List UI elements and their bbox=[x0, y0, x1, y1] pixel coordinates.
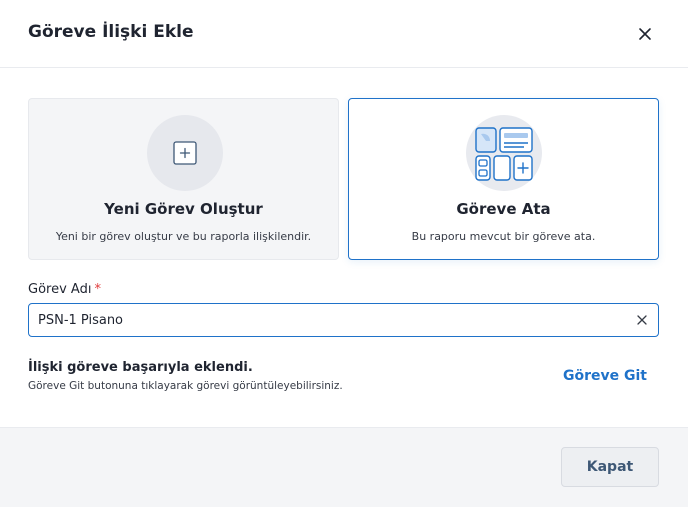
go-to-task-link[interactable]: Göreve Git bbox=[563, 368, 647, 384]
task-name-field bbox=[28, 303, 659, 337]
required-mark: * bbox=[94, 282, 101, 297]
option-description: Yeni bir görev oluştur ve bu raporla ili… bbox=[55, 230, 312, 243]
option-title: Göreve Ata bbox=[456, 200, 551, 218]
close-button[interactable]: Kapat bbox=[561, 447, 659, 487]
task-name-input[interactable] bbox=[29, 304, 619, 336]
task-name-label-text: Görev Adı bbox=[28, 282, 92, 297]
option-description: Bu raporu mevcut bir göreve ata. bbox=[411, 230, 596, 243]
dialog: Göreve İlişki Ekle Yeni Görev Oluştur Ye… bbox=[0, 0, 688, 507]
success-description: Göreve Git butonuna tıklayarak görevi gö… bbox=[28, 380, 343, 392]
dashboard-widgets-icon bbox=[475, 127, 533, 181]
task-name-label: Görev Adı * bbox=[28, 282, 101, 297]
option-assign-to-task[interactable]: Göreve Ata Bu raporu mevcut bir göreve a… bbox=[348, 98, 659, 260]
plus-square-icon bbox=[173, 141, 197, 165]
close-dialog-button[interactable] bbox=[632, 21, 658, 47]
option-title: Yeni Görev Oluştur bbox=[104, 200, 263, 218]
assign-task-icon-badge bbox=[466, 115, 542, 191]
dialog-header: Göreve İlişki Ekle bbox=[0, 0, 688, 68]
dialog-title: Göreve İlişki Ekle bbox=[28, 22, 194, 42]
clear-input-button[interactable] bbox=[634, 312, 650, 328]
close-icon bbox=[639, 28, 651, 40]
create-task-icon-badge bbox=[147, 115, 223, 191]
close-icon bbox=[637, 315, 647, 325]
dialog-footer: Kapat bbox=[0, 427, 688, 507]
success-title: İlişki göreve başarıyla eklendi. bbox=[28, 360, 253, 375]
option-create-new-task[interactable]: Yeni Görev Oluştur Yeni bir görev oluştu… bbox=[28, 98, 339, 260]
